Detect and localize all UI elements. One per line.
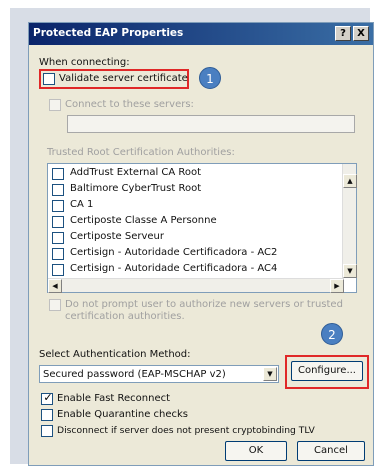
cancel-button[interactable]: Cancel xyxy=(297,441,365,461)
ok-button[interactable]: OK xyxy=(225,441,287,461)
chevron-down-icon[interactable]: ▼ xyxy=(263,367,277,381)
list-item[interactable]: Baltimore CyberTrust Root xyxy=(52,183,332,198)
trusted-root-checkbox[interactable] xyxy=(52,248,64,260)
do-not-prompt-label-line1: Do not prompt user to authorize new serv… xyxy=(65,299,343,310)
trusted-root-checkbox[interactable] xyxy=(52,264,64,276)
trusted-root-checkbox[interactable] xyxy=(52,168,64,180)
trusted-root-name: Baltimore CyberTrust Root xyxy=(70,183,202,194)
trusted-root-checkbox[interactable] xyxy=(52,184,64,196)
trusted-root-name: Certiposte Classe A Personne xyxy=(70,215,217,226)
disconnect-cryptobinding-label: Disconnect if server does not present cr… xyxy=(57,425,315,436)
server-names-field[interactable] xyxy=(67,115,355,133)
list-item[interactable]: Certisign - Autoridade Certificadora - A… xyxy=(52,247,332,262)
enable-quarantine-checkbox[interactable] xyxy=(41,409,53,421)
horizontal-scrollbar[interactable]: ◀ ▶ xyxy=(48,278,344,293)
list-item[interactable]: Certiposte Classe A Personne xyxy=(52,215,332,230)
auth-method-value: Secured password (EAP-MSCHAP v2) xyxy=(43,369,226,380)
help-button[interactable]: ? xyxy=(335,26,351,41)
disconnect-cryptobinding-checkbox[interactable] xyxy=(41,425,53,437)
list-item[interactable]: Certisign - Autoridade Certificadora - A… xyxy=(52,263,332,278)
trusted-root-checkbox[interactable] xyxy=(52,216,64,228)
enable-fast-reconnect-label: Enable Fast Reconnect xyxy=(57,393,171,404)
list-item[interactable]: CA 1 xyxy=(52,199,332,214)
select-auth-method-label: Select Authentication Method: xyxy=(39,349,191,360)
protected-eap-properties-dialog: Protected EAP Properties ? X When connec… xyxy=(28,22,374,466)
auth-method-dropdown[interactable]: Secured password (EAP-MSCHAP v2) ▼ xyxy=(39,365,279,383)
scroll-right-arrow-icon[interactable]: ▶ xyxy=(330,279,344,293)
trusted-root-name: Certisign - Autoridade Certificadora - A… xyxy=(70,263,278,274)
close-button[interactable]: X xyxy=(353,26,369,41)
callout-1: 1 xyxy=(199,67,221,89)
trusted-root-list[interactable]: AddTrust External CA Root Baltimore Cybe… xyxy=(47,163,357,293)
trusted-root-checkbox[interactable] xyxy=(52,200,64,212)
list-item[interactable]: AddTrust External CA Root xyxy=(52,167,332,182)
scroll-left-arrow-icon[interactable]: ◀ xyxy=(48,279,62,293)
scroll-up-arrow-icon[interactable]: ▲ xyxy=(343,174,357,188)
vertical-scrollbar[interactable]: ▲ ▼ xyxy=(342,164,357,278)
when-connecting-label: When connecting: xyxy=(39,57,130,68)
trusted-root-name: CA 1 xyxy=(70,199,94,210)
do-not-prompt-label-line2: certification authorities. xyxy=(65,311,185,322)
scroll-down-arrow-icon[interactable]: ▼ xyxy=(343,264,357,278)
trusted-root-name: Certiposte Serveur xyxy=(70,231,165,242)
trusted-root-name: AddTrust External CA Root xyxy=(70,167,202,178)
list-item[interactable]: Certiposte Serveur xyxy=(52,231,332,246)
connect-to-servers-label: Connect to these servers: xyxy=(65,99,194,110)
enable-quarantine-label: Enable Quarantine checks xyxy=(57,409,189,420)
do-not-prompt-checkbox[interactable] xyxy=(49,299,61,311)
title-bar[interactable]: Protected EAP Properties ? X xyxy=(29,23,373,45)
connect-to-servers-checkbox[interactable] xyxy=(49,99,61,111)
trusted-root-name: Certisign - Autoridade Certificadora - A… xyxy=(70,247,278,258)
validate-server-certificate-label: Validate server certificate xyxy=(59,73,188,84)
configure-button[interactable]: Configure... xyxy=(291,361,363,381)
trusted-root-checkbox[interactable] xyxy=(52,232,64,244)
trusted-root-heading: Trusted Root Certification Authorities: xyxy=(47,147,235,158)
checkmark-icon: ✓ xyxy=(43,391,53,404)
validate-server-certificate-checkbox[interactable] xyxy=(43,73,55,85)
enable-fast-reconnect-checkbox[interactable]: ✓ xyxy=(41,391,53,405)
callout-2: 2 xyxy=(321,323,343,345)
dialog-title: Protected EAP Properties xyxy=(33,27,184,39)
